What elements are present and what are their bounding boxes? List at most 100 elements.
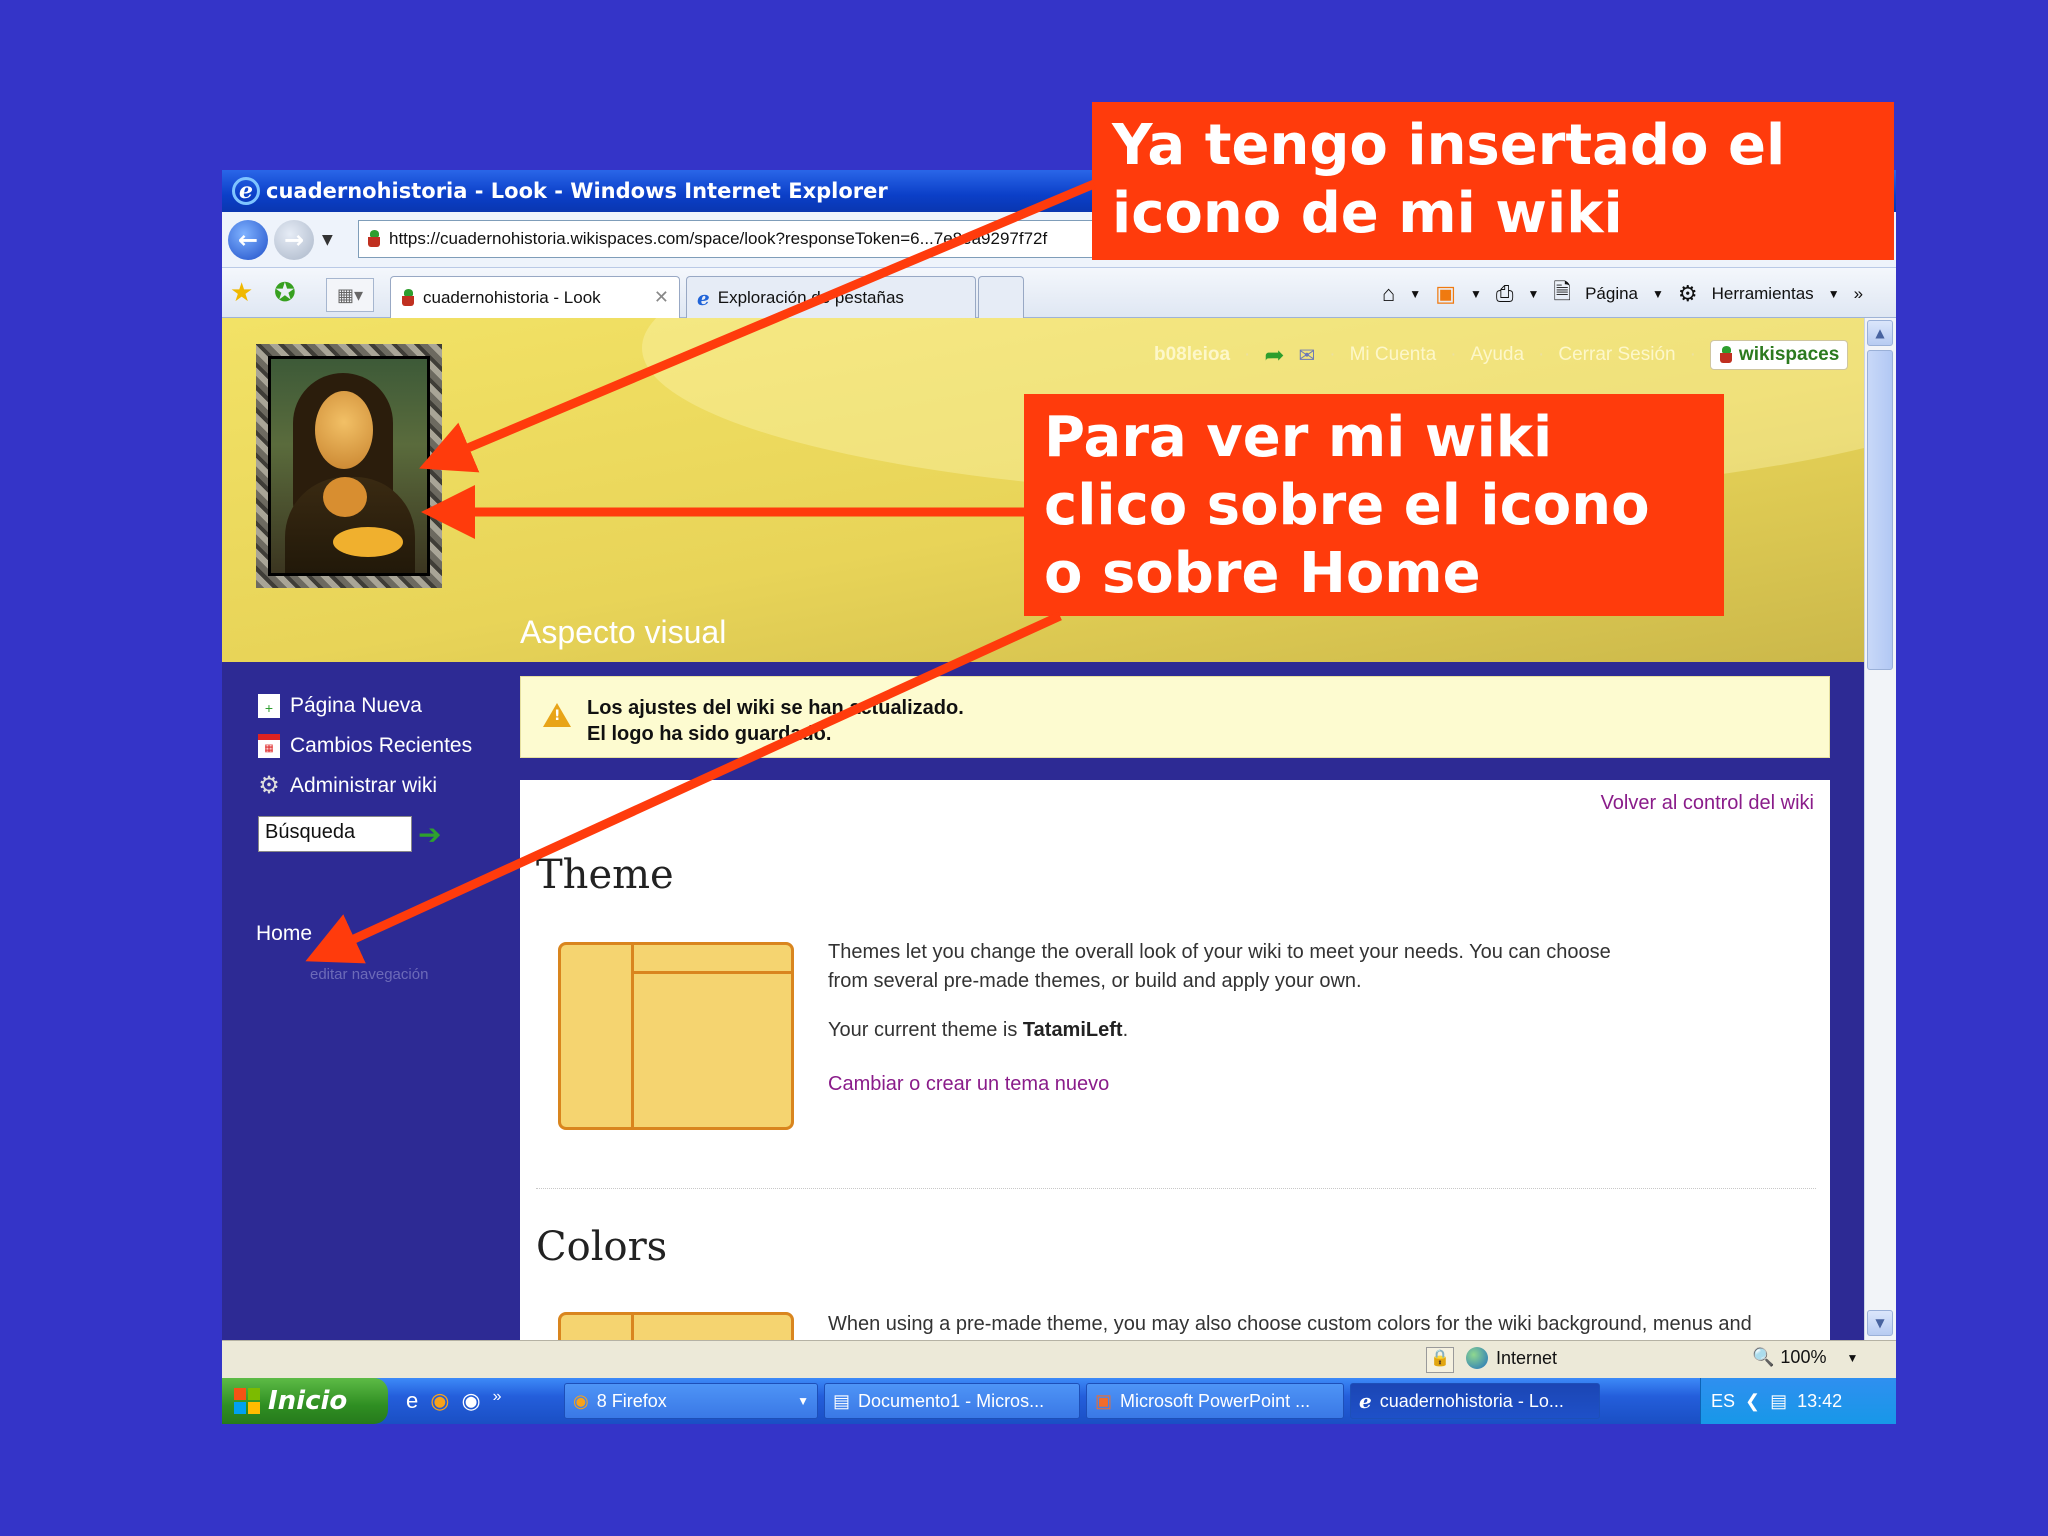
taskbar-item-word[interactable]: ▤ Documento1 - Micros... bbox=[824, 1383, 1080, 1419]
username-link[interactable]: b08leioa bbox=[1154, 344, 1230, 366]
separator: · bbox=[1329, 344, 1336, 365]
quick-launch-overflow-icon[interactable]: » bbox=[493, 1388, 502, 1414]
callout-line: clico sobre el icono bbox=[1044, 473, 1650, 538]
chevron-down-icon[interactable]: ▼ bbox=[1652, 287, 1664, 301]
theme-heading: Theme bbox=[536, 852, 674, 898]
windows-logo-icon bbox=[234, 1388, 260, 1414]
forward-button[interactable]: → bbox=[274, 220, 314, 260]
tab-row: ★ ✪ ▦▾ cuadernohistoria - Look ✕ e Explo… bbox=[222, 268, 1896, 318]
callout-line: icono de mi wiki bbox=[1112, 181, 1623, 246]
sidebar-item-label: Cambios Recientes bbox=[290, 734, 473, 757]
my-account-link[interactable]: Mi Cuenta bbox=[1350, 344, 1437, 366]
sidebar-item-manage-wiki[interactable]: ⚙ Administrar wiki bbox=[258, 774, 437, 798]
wiki-logo[interactable] bbox=[256, 344, 442, 588]
colors-thumbnail[interactable] bbox=[558, 1312, 794, 1340]
vertical-scrollbar[interactable]: ▲ ▼ bbox=[1864, 318, 1896, 1340]
new-tab-button[interactable] bbox=[978, 276, 1024, 318]
thumbnail-divider bbox=[631, 971, 791, 974]
search-input[interactable]: Búsqueda bbox=[258, 816, 412, 852]
firefox-icon: ◉ bbox=[573, 1390, 589, 1411]
back-to-wiki-control-link[interactable]: Volver al control del wiki bbox=[1601, 792, 1814, 815]
tab-cuadernohistoria[interactable]: cuadernohistoria - Look ✕ bbox=[390, 276, 680, 318]
tray-expand-icon[interactable]: ❮ bbox=[1745, 1391, 1760, 1412]
ie-launch-icon[interactable]: e bbox=[406, 1388, 418, 1414]
tab-exploracion[interactable]: e Exploración de pestañas bbox=[686, 276, 976, 318]
add-favorite-icon[interactable]: ✪ bbox=[274, 278, 296, 308]
browser-window: e cuadernohistoria - Look - Windows Inte… bbox=[222, 170, 1896, 1424]
chevron-down-icon[interactable]: ▼ bbox=[1828, 287, 1840, 301]
wikispaces-favicon-icon bbox=[1719, 346, 1733, 364]
separator: · bbox=[1538, 344, 1545, 365]
chevron-down-icon[interactable]: ▼ bbox=[1470, 287, 1482, 301]
chevron-down-icon[interactable]: ▼ bbox=[1409, 287, 1421, 301]
current-theme-prefix: Your current theme is bbox=[828, 1019, 1023, 1041]
mail-icon[interactable]: ✉ bbox=[1298, 343, 1315, 368]
theme-description-line: from several pre-made themes, or build a… bbox=[828, 970, 1362, 992]
page-menu[interactable]: Página bbox=[1585, 284, 1638, 304]
taskbar-item-label: cuadernohistoria - Lo... bbox=[1379, 1390, 1564, 1411]
zoom-magnifier-icon: 🔍 bbox=[1752, 1347, 1775, 1367]
notice-line-1: Los ajustes del wiki se han actualizado. bbox=[587, 697, 964, 719]
theme-thumbnail[interactable] bbox=[558, 942, 794, 1130]
scroll-down-button[interactable]: ▼ bbox=[1867, 1310, 1893, 1336]
help-link[interactable]: Ayuda bbox=[1471, 344, 1525, 366]
firefox-launch-icon[interactable]: ◉ bbox=[430, 1388, 449, 1414]
callout-view-wiki: Para ver mi wiki clico sobre el icono o … bbox=[1024, 394, 1724, 616]
system-tray: ES ❮ ▤ 13:42 bbox=[1700, 1378, 1896, 1424]
print-icon[interactable]: ⎙ bbox=[1496, 281, 1514, 307]
callout-line: Para ver mi wiki bbox=[1044, 405, 1553, 470]
callout-logo-inserted: Ya tengo insertado el icono de mi wiki bbox=[1092, 102, 1894, 260]
rss-feed-icon[interactable]: ▣ bbox=[1435, 281, 1456, 307]
favorites-star-icon[interactable]: ★ bbox=[230, 278, 253, 308]
network-icon[interactable]: ▤ bbox=[1770, 1391, 1787, 1412]
theme-description: Themes let you change the overall look o… bbox=[828, 938, 1611, 996]
globe-icon bbox=[1466, 1347, 1488, 1369]
separator: · bbox=[1689, 344, 1696, 365]
colors-heading: Colors bbox=[536, 1224, 668, 1270]
ie-icon: e bbox=[1359, 1389, 1372, 1413]
page-heading: Aspecto visual bbox=[520, 614, 727, 650]
clock[interactable]: 13:42 bbox=[1797, 1391, 1842, 1412]
tools-menu[interactable]: Herramientas bbox=[1712, 284, 1814, 304]
powerpoint-icon: ▣ bbox=[1095, 1390, 1113, 1411]
section-divider bbox=[536, 1188, 1816, 1189]
share-arrow-icon[interactable]: ➦ bbox=[1264, 341, 1284, 370]
calendar-icon: ▦ bbox=[258, 734, 280, 758]
search-go-arrow-icon[interactable]: ➔ bbox=[418, 818, 441, 851]
edit-navigation-link[interactable]: editar navegación bbox=[310, 966, 428, 983]
chevron-down-icon[interactable]: ▼ bbox=[1527, 287, 1539, 301]
start-button[interactable]: Inicio bbox=[222, 1378, 388, 1424]
logout-link[interactable]: Cerrar Sesión bbox=[1558, 344, 1675, 366]
scroll-thumb[interactable] bbox=[1867, 350, 1893, 670]
change-theme-link[interactable]: Cambiar o crear un tema nuevo bbox=[828, 1070, 1109, 1099]
ie-launch-icon-2[interactable]: ◉ bbox=[461, 1388, 480, 1414]
wikispaces-badge[interactable]: wikispaces bbox=[1709, 340, 1849, 370]
flag-blue bbox=[234, 1402, 246, 1414]
quick-tabs-button[interactable]: ▦▾ bbox=[326, 278, 374, 312]
taskbar-item-ie[interactable]: e cuadernohistoria - Lo... bbox=[1350, 1383, 1600, 1419]
ie-logo-icon: e bbox=[232, 177, 260, 205]
command-bar: ⌂ ▼ ▣ ▼ ⎙ ▼ 🗎 Página ▼ ⚙ Herramientas ▼ » bbox=[1382, 276, 1863, 312]
history-dropdown-icon[interactable]: ▼ bbox=[322, 232, 333, 248]
language-indicator[interactable]: ES bbox=[1711, 1391, 1735, 1412]
sidebar-item-recent-changes[interactable]: ▦ Cambios Recientes bbox=[258, 734, 472, 758]
callout-line: Ya tengo insertado el bbox=[1112, 113, 1786, 178]
taskbar-item-powerpoint[interactable]: ▣ Microsoft PowerPoint ... bbox=[1086, 1383, 1344, 1419]
chevron-down-icon[interactable]: ▼ bbox=[1846, 1351, 1858, 1365]
flag-yellow bbox=[248, 1402, 260, 1414]
back-button[interactable]: ← bbox=[228, 220, 268, 260]
sidebar-item-label: Administrar wiki bbox=[290, 774, 438, 797]
zoom-level: 100% bbox=[1780, 1347, 1827, 1367]
new-page-icon: + bbox=[258, 694, 280, 718]
close-tab-icon[interactable]: ✕ bbox=[654, 287, 669, 308]
logo-face bbox=[315, 391, 373, 469]
sidebar-item-new-page[interactable]: + Página Nueva bbox=[258, 694, 422, 718]
taskbar-item-firefox[interactable]: ◉ 8 Firefox ▼ bbox=[564, 1383, 818, 1419]
toolbar-overflow[interactable]: » bbox=[1854, 284, 1863, 304]
home-icon[interactable]: ⌂ bbox=[1382, 281, 1395, 307]
protected-mode-icon[interactable]: 🔒 bbox=[1426, 1347, 1454, 1373]
home-link[interactable]: Home bbox=[256, 922, 312, 946]
security-zone[interactable]: Internet bbox=[1466, 1347, 1557, 1369]
scroll-up-button[interactable]: ▲ bbox=[1867, 320, 1893, 346]
zoom-control[interactable]: 🔍 100% ▼ bbox=[1752, 1347, 1858, 1368]
